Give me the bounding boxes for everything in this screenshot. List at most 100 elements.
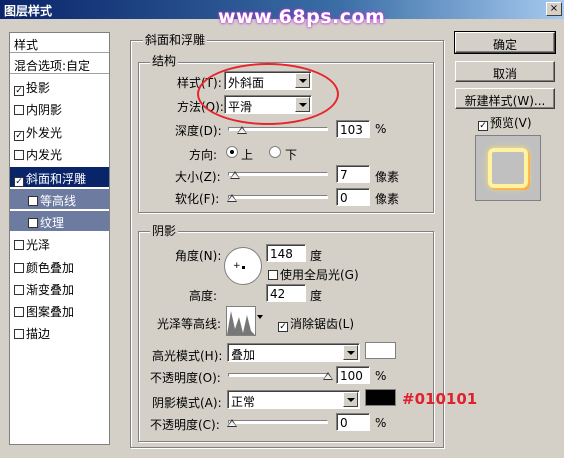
highlight-ellipse xyxy=(197,63,339,125)
direction-down-radio[interactable] xyxy=(269,146,281,158)
shadow-opacity-input[interactable]: 0 xyxy=(336,413,370,431)
angle-input[interactable]: 148 xyxy=(266,244,306,262)
shadow-opacity-unit: % xyxy=(375,416,387,430)
style-item-label: 外发光 xyxy=(26,126,63,140)
depth-input[interactable]: 103 xyxy=(336,120,370,138)
soften-label: 软化(F): xyxy=(175,192,220,206)
style-item-contour[interactable]: 等高线 xyxy=(10,189,109,209)
shadow-color-swatch[interactable] xyxy=(365,389,396,406)
depth-slider-thumb[interactable] xyxy=(236,126,247,134)
global-light-label: 使用全局光(G) xyxy=(280,268,359,282)
style-item-label: 描边 xyxy=(26,327,51,341)
direction-up-radio[interactable] xyxy=(226,146,238,158)
highlight-opacity-unit: % xyxy=(375,369,387,383)
checkbox[interactable]: ✓ xyxy=(14,86,24,96)
highlight-mode-select[interactable]: 叠加 xyxy=(227,343,360,362)
direction-down-label: 下 xyxy=(285,148,298,162)
size-slider-track[interactable] xyxy=(228,172,328,176)
checkbox[interactable]: ✓ xyxy=(278,322,288,332)
checkbox[interactable] xyxy=(14,263,24,273)
chevron-down-icon[interactable] xyxy=(343,345,358,360)
watermark: www.68ps.com xyxy=(218,6,386,28)
checkbox[interactable] xyxy=(14,105,24,115)
shadow-opacity-slider-thumb[interactable] xyxy=(227,419,237,427)
highlight-color-swatch[interactable] xyxy=(365,342,396,359)
style-preview-thumbnail xyxy=(475,135,541,201)
checkbox[interactable]: ✓ xyxy=(478,121,488,131)
shadow-opacity-slider-track[interactable] xyxy=(228,420,328,424)
preview-checkbox[interactable]: ✓ 预览(V) xyxy=(478,114,532,131)
shadow-color-annotation: #010101 xyxy=(402,390,478,408)
checkbox[interactable] xyxy=(28,218,38,228)
direction-label: 方向: xyxy=(189,148,218,162)
highlight-mode-value: 叠加 xyxy=(231,348,256,362)
cancel-button[interactable]: 取消 xyxy=(455,61,555,82)
depth-unit: % xyxy=(375,122,387,136)
altitude-unit: 度 xyxy=(310,289,323,303)
checkbox[interactable] xyxy=(14,285,24,295)
style-item-label: 渐变叠加 xyxy=(26,283,75,297)
size-label: 大小(Z): xyxy=(175,170,221,184)
chevron-down-icon[interactable] xyxy=(257,315,263,319)
style-item-color-overlay[interactable]: 颜色叠加 xyxy=(10,256,109,276)
soften-slider-track[interactable] xyxy=(228,195,328,199)
crosshair-icon: + xyxy=(233,261,241,271)
ok-button[interactable]: 确定 xyxy=(454,31,556,54)
style-item-label: 内发光 xyxy=(26,148,63,162)
checkbox[interactable] xyxy=(14,240,24,250)
structure-title: 结构 xyxy=(150,52,179,69)
blending-options-item[interactable]: 混合选项:自定 xyxy=(10,54,109,74)
close-button[interactable]: × xyxy=(546,2,562,16)
antialias-checkbox[interactable]: ✓ 消除锯齿(L) xyxy=(278,315,354,332)
highlight-mode-label: 高光模式(H): xyxy=(152,349,223,363)
style-item-drop-shadow[interactable]: ✓ 投影 xyxy=(10,76,109,96)
checkbox[interactable] xyxy=(28,196,38,206)
style-item-bevel-emboss[interactable]: ✓ 斜面和浮雕 xyxy=(10,167,109,187)
style-item-satin[interactable]: 光泽 xyxy=(10,233,109,253)
style-item-gradient-overlay[interactable]: 渐变叠加 xyxy=(10,278,109,298)
gloss-contour-label: 光泽等高线: xyxy=(157,317,222,331)
soften-unit: 像素 xyxy=(375,192,400,206)
shadow-mode-label: 阴影模式(A): xyxy=(152,396,222,410)
new-style-button[interactable]: 新建样式(W)... xyxy=(455,88,555,109)
highlight-opacity-slider-thumb[interactable] xyxy=(323,372,333,380)
size-slider-thumb[interactable] xyxy=(229,171,240,179)
checkbox[interactable] xyxy=(268,270,278,280)
preview-glow-square xyxy=(488,148,528,188)
angle-dial[interactable]: + xyxy=(224,247,262,285)
bevel-emboss-title: 斜面和浮雕 xyxy=(143,31,208,48)
angle-dial-center xyxy=(242,266,245,269)
style-item-outer-glow[interactable]: ✓ 外发光 xyxy=(10,121,109,141)
style-item-inner-glow[interactable]: 内发光 xyxy=(10,143,109,163)
style-item-texture[interactable]: 纹理 xyxy=(10,211,109,231)
angle-label: 角度(N): xyxy=(175,249,222,263)
global-light-checkbox[interactable]: 使用全局光(G) xyxy=(268,266,359,283)
checkbox[interactable] xyxy=(14,307,24,317)
style-item-label: 内阴影 xyxy=(26,103,63,117)
size-input[interactable]: 7 xyxy=(336,165,370,183)
style-item-pattern-overlay[interactable]: 图案叠加 xyxy=(10,300,109,320)
soften-input[interactable]: 0 xyxy=(336,188,370,206)
chevron-down-icon[interactable] xyxy=(343,392,358,407)
checkbox[interactable] xyxy=(14,150,24,160)
style-item-stroke[interactable]: 描边 xyxy=(10,322,109,342)
style-item-inner-shadow[interactable]: 内阴影 xyxy=(10,98,109,118)
highlight-opacity-input[interactable]: 100 xyxy=(336,366,370,384)
checkbox[interactable] xyxy=(14,329,24,339)
gloss-contour-preview[interactable] xyxy=(226,306,256,336)
shadow-mode-select[interactable]: 正常 xyxy=(227,390,360,409)
window-title: 图层样式 xyxy=(4,4,53,18)
checkbox[interactable]: ✓ xyxy=(14,131,24,141)
shadow-opacity-label: 不透明度(C): xyxy=(150,418,220,432)
style-item-label: 等高线 xyxy=(40,194,77,208)
direction-up-label: 上 xyxy=(241,148,254,162)
checkbox[interactable]: ✓ xyxy=(14,177,24,187)
altitude-label: 高度: xyxy=(189,289,218,303)
close-icon: × xyxy=(549,3,559,14)
styles-header[interactable]: 样式 xyxy=(10,33,109,53)
soften-slider-thumb[interactable] xyxy=(227,194,237,202)
highlight-opacity-slider-track[interactable] xyxy=(228,373,328,377)
depth-label: 深度(D): xyxy=(175,124,222,138)
style-item-label: 图案叠加 xyxy=(26,305,75,319)
altitude-input[interactable]: 42 xyxy=(266,284,306,302)
